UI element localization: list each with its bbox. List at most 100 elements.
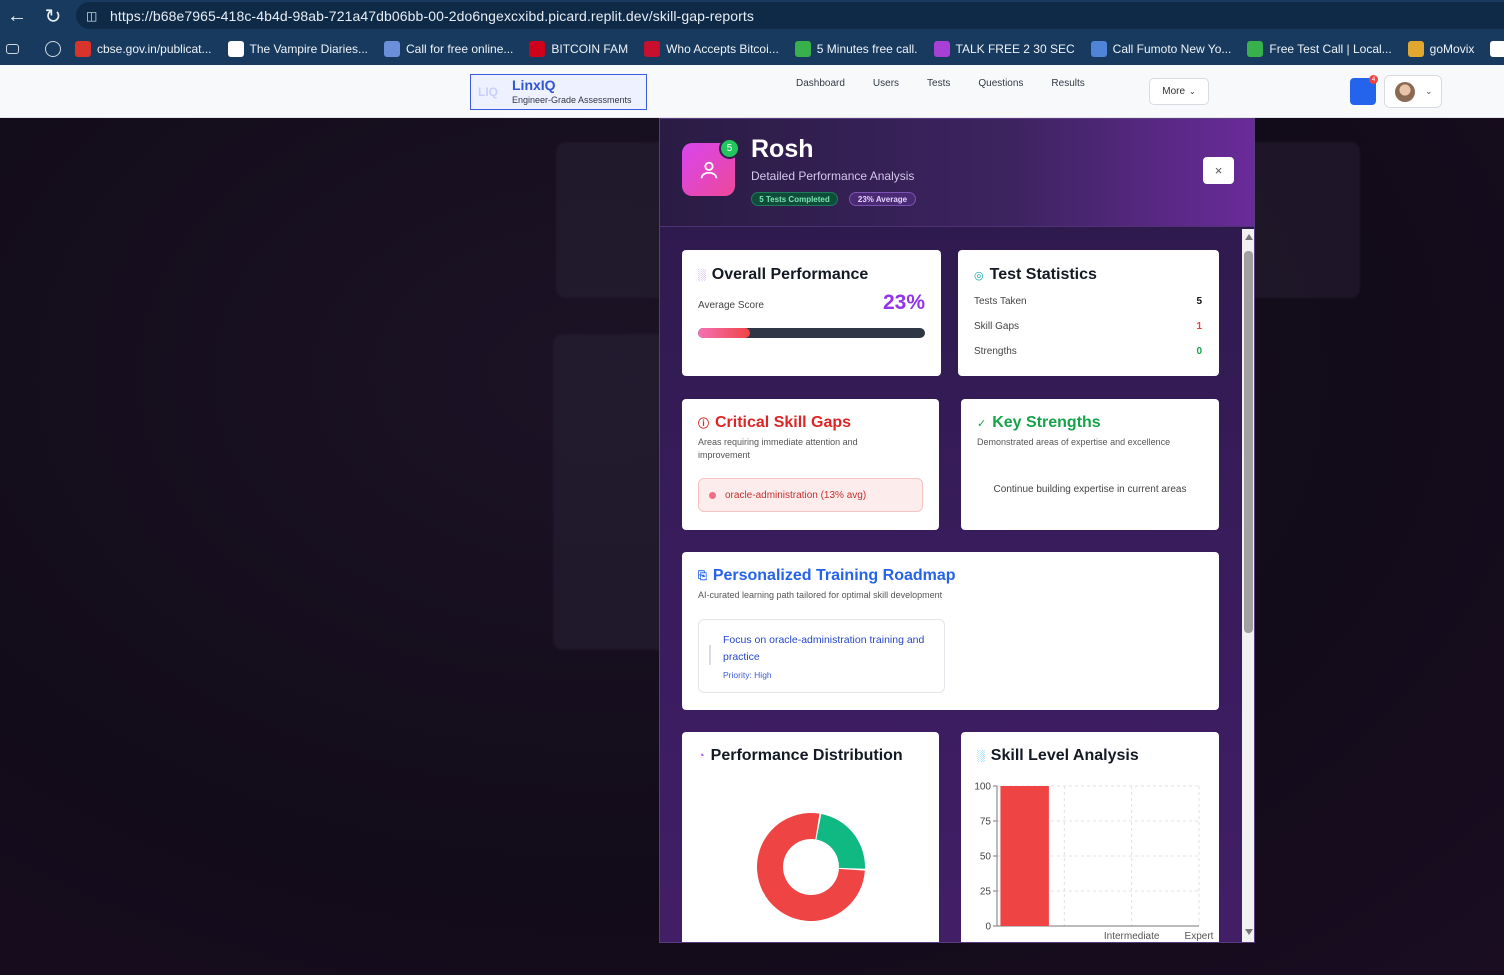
phone-icon bbox=[384, 40, 400, 57]
card-title-text: Personalized Training Roadmap bbox=[712, 567, 956, 584]
stat-value: 1 bbox=[1196, 321, 1202, 332]
stat-row-tests-taken: Tests Taken 5 bbox=[974, 296, 1202, 307]
bookmark-item[interactable]: BITCOIN FAM bbox=[529, 40, 629, 57]
reload-icon[interactable]: ↻ bbox=[39, 2, 67, 30]
candidate-name: Rosh bbox=[751, 135, 814, 163]
bookmark-item[interactable]: 5 Minutes free call. bbox=[794, 40, 918, 57]
roadmap-item-priority: Priority: High bbox=[723, 670, 772, 680]
address-bar[interactable]: ◫ https://b68e7965-418c-4b4d-98ab-721a47… bbox=[76, 2, 1504, 29]
bar[interactable] bbox=[1000, 786, 1049, 926]
film-icon bbox=[1407, 40, 1424, 57]
scroll-up-icon[interactable] bbox=[1245, 234, 1253, 240]
y-tick-label: 0 bbox=[985, 922, 991, 933]
notification-count-badge: 4 bbox=[1369, 75, 1378, 84]
bookmark-item[interactable]: The Vampire Diaries... bbox=[227, 40, 368, 57]
brand-logo[interactable]: LIQ LinxIQ Engineer-Grade Assessments bbox=[470, 74, 647, 110]
app-header: LIQ LinxIQ Engineer-Grade Assessments Da… bbox=[0, 65, 1504, 118]
test-statistics-title: ◎ Test Statistics bbox=[974, 266, 1097, 284]
stat-row-skill-gaps: Skill Gaps 1 bbox=[974, 321, 1202, 332]
bookmark-item[interactable]: Call for free online... bbox=[384, 40, 514, 57]
skill-gap-item[interactable]: oracle-administration (13% avg) bbox=[698, 478, 923, 512]
user-menu-button[interactable]: ⌄ bbox=[1384, 75, 1442, 108]
bookmark-item[interactable]: cbse.gov.in/publicat... bbox=[75, 40, 212, 57]
average-score-label: Average Score bbox=[698, 300, 764, 311]
bookmark-label: Who Accepts Bitcoi... bbox=[666, 41, 779, 56]
site-info-icon[interactable]: ◫ bbox=[86, 9, 100, 23]
browser-toolbar: ← ↻ ◫ https://b68e7965-418c-4b4d-98ab-72… bbox=[0, 0, 1504, 32]
tab-search-icon[interactable] bbox=[6, 43, 25, 54]
stat-label: Strengths bbox=[974, 346, 1017, 357]
skill-level-analysis-card: ░ Skill Level Analysis 0 25 50 75 100 Interme… bbox=[961, 732, 1219, 943]
test-statistics-card: ◎ Test Statistics Tests Taken 5 Skill Ga… bbox=[958, 250, 1219, 376]
bullet-icon bbox=[709, 491, 716, 499]
stat-label: Tests Taken bbox=[974, 296, 1027, 307]
call-icon bbox=[1247, 40, 1264, 57]
training-roadmap-desc: AI-curated learning path tailored for op… bbox=[698, 590, 943, 600]
y-tick-label: 50 bbox=[980, 852, 992, 863]
modal-header: 5 Rosh Detailed Performance Analysis 5 T… bbox=[660, 119, 1254, 227]
y-tick-label: 100 bbox=[974, 782, 991, 793]
pdf-icon bbox=[75, 40, 91, 57]
chevron-down-icon: ⌄ bbox=[1425, 86, 1433, 96]
bookmark-item[interactable]: Call Fumoto New Yo... bbox=[1090, 40, 1231, 57]
y-tick-label: 75 bbox=[980, 817, 992, 828]
nav-dashboard[interactable]: Dashboard bbox=[796, 78, 845, 89]
back-icon[interactable]: ← bbox=[3, 2, 31, 30]
target-icon: ◎ bbox=[974, 269, 984, 282]
key-strengths-desc: Demonstrated areas of expertise and exce… bbox=[977, 437, 1171, 447]
roadmap-item[interactable]: Focus on oracle-administration training … bbox=[698, 619, 945, 693]
globe-icon[interactable] bbox=[45, 40, 67, 57]
stat-value: 5 bbox=[1196, 296, 1202, 307]
tests-count-badge: 5 bbox=[719, 138, 740, 159]
nav-results[interactable]: Results bbox=[1051, 78, 1084, 89]
skill-gap-text: oracle-administration (13% avg) bbox=[725, 489, 867, 501]
alert-circle-icon: ⓘ bbox=[698, 418, 709, 430]
netflix-icon bbox=[529, 40, 546, 57]
bookmark-item[interactable]: TALK FREE 2 30 SEC bbox=[933, 40, 1075, 57]
overall-performance-title: ░ Overall Performance bbox=[698, 266, 868, 284]
brand-name: LinxIQ bbox=[512, 77, 556, 93]
critical-skill-gaps-card: ⓘ Critical Skill Gaps Areas requiring im… bbox=[682, 399, 939, 530]
y-tick-label: 25 bbox=[980, 887, 992, 898]
progress-fill bbox=[698, 328, 751, 338]
nav-users[interactable]: Users bbox=[873, 78, 899, 89]
book-open-icon: ⎘ bbox=[698, 569, 707, 582]
bookmark-label: Call for free online... bbox=[406, 41, 514, 56]
bookmark-item[interactable]: Who Accepts Bitcoi... bbox=[644, 40, 779, 57]
card-title-text: Test Statistics bbox=[989, 266, 1097, 283]
more-label: More bbox=[1162, 86, 1186, 97]
nav-questions[interactable]: Questions bbox=[978, 78, 1023, 89]
close-button[interactable]: × bbox=[1203, 157, 1234, 184]
bookmark-label: Free Test Call | Local... bbox=[1269, 41, 1392, 56]
average-score-progress bbox=[698, 328, 925, 338]
scrollbar-thumb[interactable] bbox=[1244, 251, 1253, 633]
skill-level-analysis-chart: 0 25 50 75 100 Intermediate Expert bbox=[974, 782, 1214, 943]
key-strengths-card: ✓ Key Strengths Demonstrated areas of ex… bbox=[961, 399, 1219, 530]
more-menu-button[interactable]: More ⌄ bbox=[1149, 78, 1209, 105]
critical-skill-gaps-desc: Areas requiring immediate attention and … bbox=[698, 437, 858, 460]
key-strengths-empty-text: Continue building expertise in current a… bbox=[993, 484, 1187, 495]
bookmark-item[interactable]: W bbox=[1490, 40, 1504, 57]
card-title-text: Critical Skill Gaps bbox=[715, 414, 852, 431]
avatar bbox=[1395, 81, 1415, 102]
bookmark-item[interactable]: goMovix bbox=[1407, 40, 1474, 57]
page-icon bbox=[227, 40, 244, 57]
roadmap-item-marker bbox=[709, 645, 711, 665]
bookmark-item[interactable]: Free Test Call | Local... bbox=[1247, 40, 1392, 57]
performance-distribution-card: ◔ Performance Distribution bbox=[682, 732, 939, 942]
key-strengths-title: ✓ Key Strengths bbox=[977, 414, 1101, 432]
critical-skill-gaps-title: ⓘ Critical Skill Gaps bbox=[698, 414, 851, 432]
modal-subtitle: Detailed Performance Analysis bbox=[751, 169, 915, 183]
check-circle-icon: ✓ bbox=[977, 417, 987, 430]
brand-subtitle: Engineer-Grade Assessments bbox=[512, 95, 632, 105]
x-tick-label: Expert bbox=[1185, 931, 1214, 942]
pie-slice[interactable] bbox=[816, 813, 865, 869]
nav-tests[interactable]: Tests bbox=[927, 78, 950, 89]
bookmark-label: The Vampire Diaries... bbox=[249, 41, 368, 56]
scroll-down-icon[interactable] bbox=[1245, 929, 1253, 935]
main-nav: Dashboard Users Tests Questions Results bbox=[782, 78, 1099, 89]
bookmark-label: BITCOIN FAM bbox=[551, 41, 629, 56]
bookmark-label: 5 Minutes free call. bbox=[816, 41, 918, 56]
average-chip: 23% Average bbox=[849, 192, 916, 206]
bookmarks-bar: cbse.gov.in/publicat... The Vampire Diari… bbox=[0, 32, 1504, 65]
